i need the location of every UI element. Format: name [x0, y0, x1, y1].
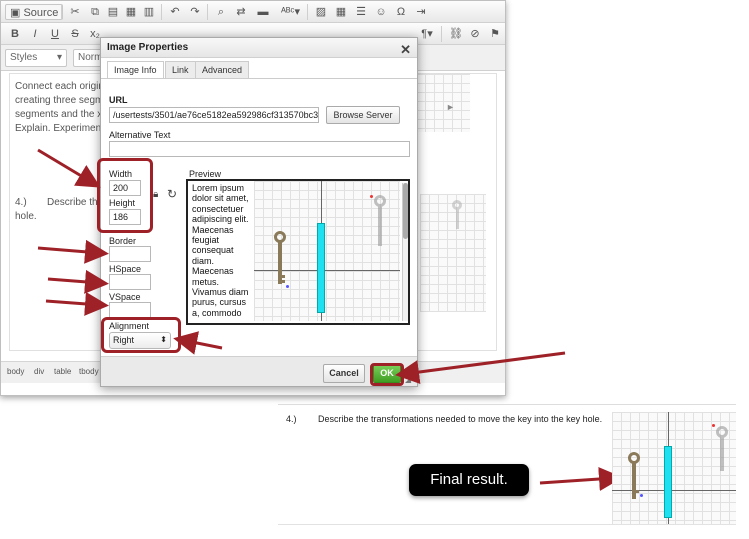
final-key-icon: [628, 452, 640, 504]
arrow-to-alignment: [173, 331, 223, 355]
final-question-number: 4.): [286, 414, 297, 424]
final-cyan-bar: [664, 446, 672, 518]
arrow-to-size: [37, 148, 101, 188]
final-result-callout: Final result.: [409, 464, 529, 496]
final-ghost-key-icon: [716, 426, 730, 474]
ok-highlight-box: [370, 363, 404, 386]
arrow-to-border: [37, 239, 109, 264]
arrow-to-vspace: [45, 291, 109, 316]
arrow-to-hspace: [47, 269, 109, 294]
point-marker: [712, 424, 715, 427]
final-graph: [612, 412, 736, 524]
arrow-to-ok: [395, 351, 566, 384]
final-question-text: Describe the transformations needed to m…: [318, 414, 603, 424]
point-marker: [640, 494, 643, 497]
